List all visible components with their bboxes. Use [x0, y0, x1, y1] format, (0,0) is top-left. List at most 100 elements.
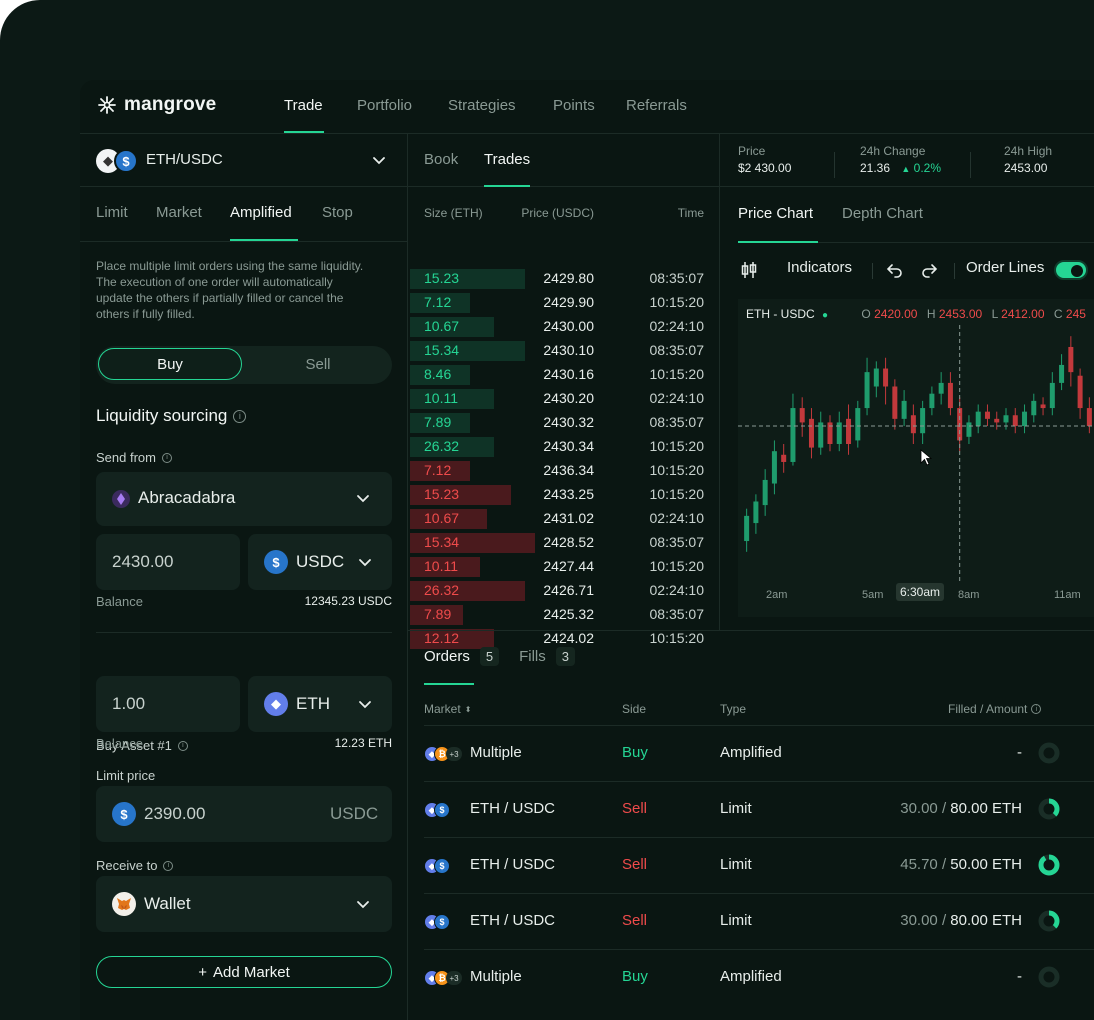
order-side: Sell: [622, 800, 648, 817]
tab-fills[interactable]: Fills 3: [519, 647, 575, 666]
mouse-cursor-icon: [920, 449, 933, 466]
candle-body: [1031, 400, 1037, 416]
order-row[interactable]: ◆ $ ETH / USDC Sell Limit 45.70 / 50.00 ETH: [424, 837, 1094, 893]
info-icon[interactable]: i: [1031, 704, 1042, 714]
trade-row: 7.12 2429.90 10:15:20: [408, 291, 720, 315]
info-icon[interactable]: i: [233, 409, 247, 423]
info-icon[interactable]: i: [177, 740, 188, 751]
candles-icon[interactable]: [740, 261, 758, 279]
stat-divider: [834, 152, 835, 178]
x-tick: 11am: [1054, 589, 1081, 601]
undo-icon[interactable]: [886, 262, 904, 280]
tab-depth-chart[interactable]: Depth Chart: [842, 205, 923, 222]
trade-time: 02:24:10: [649, 510, 705, 526]
order-filled-amount: -: [814, 744, 1022, 761]
stat-divider: [970, 152, 971, 178]
pair-selector[interactable]: ◆ $ ETH/USDC: [80, 134, 408, 187]
col-type: Type: [720, 702, 747, 716]
trade-price: 2430.00: [543, 318, 594, 334]
nav-points[interactable]: Points: [553, 97, 595, 114]
trade-size: 15.34: [424, 534, 460, 550]
up-arrow-icon: ▲: [901, 164, 911, 174]
order-row[interactable]: ◆ ₿ +3 Multiple Buy Amplified -: [424, 949, 1094, 1005]
trade-time: 02:24:10: [649, 390, 705, 406]
order-amount: 80.00 ETH: [950, 800, 1022, 817]
buy-button[interactable]: Buy: [98, 348, 242, 380]
candle-body: [864, 372, 870, 409]
order-amount: 80.00 ETH: [950, 912, 1022, 929]
col-market[interactable]: Market ⬍: [424, 702, 471, 716]
trade-size: 8.46: [424, 366, 452, 382]
candle-body: [1022, 411, 1028, 427]
x-tick: 5am: [862, 589, 884, 601]
order-lines-toggle[interactable]: [1054, 260, 1088, 280]
receive-to-select[interactable]: Wallet: [96, 876, 392, 932]
x-crosshair-label: 6:30am: [896, 583, 945, 601]
usdc-icon: $: [264, 550, 288, 574]
buy-amount-input[interactable]: 1.00: [96, 676, 240, 732]
indicators-button[interactable]: Indicators: [787, 259, 852, 276]
brand-logo[interactable]: mangrove: [96, 94, 216, 116]
tab-trades[interactable]: Trades: [484, 151, 530, 168]
pair-icons: ◆ $: [96, 149, 138, 173]
stat-change: 24h Change 21.36 ▲ 0.2%: [860, 144, 941, 175]
send-token-select[interactable]: $ USDC: [248, 534, 392, 590]
trade-row: 15.34 2430.10 08:35:07: [408, 339, 720, 363]
tab-limit[interactable]: Limit: [96, 204, 128, 221]
candle-body: [1068, 346, 1074, 373]
trade-price: 2436.34: [543, 462, 594, 478]
nav-portfolio[interactable]: Portfolio: [357, 97, 412, 114]
nav-trade[interactable]: Trade: [284, 97, 323, 114]
receive-to-text: Receive to: [96, 858, 158, 873]
trade-time: 10:15:20: [649, 366, 705, 382]
price-chart-area[interactable]: ETH - USDC ● O 2420.00 H 2453.00 L 2412.…: [738, 299, 1094, 617]
stat-high: 24h High 2453.00: [1004, 144, 1052, 175]
tab-market[interactable]: Market: [156, 204, 202, 221]
trade-row: 26.32 2426.71 02:24:10: [408, 579, 720, 603]
add-market-button[interactable]: + Add Market: [96, 956, 392, 988]
send-from-select[interactable]: Abracadabra: [96, 472, 392, 526]
trade-size: 10.67: [424, 510, 460, 526]
info-icon[interactable]: i: [161, 452, 172, 463]
fill-progress-icon: [1038, 854, 1060, 876]
trade-size: 15.23: [424, 270, 460, 286]
order-amount: 50.00 ETH: [950, 856, 1022, 873]
order-row[interactable]: ◆ $ ETH / USDC Sell Limit 30.00 / 80.00 ETH: [424, 893, 1094, 949]
orders-count-badge: 5: [479, 647, 500, 666]
tab-price-chart[interactable]: Price Chart: [738, 205, 813, 222]
nav-strategies[interactable]: Strategies: [448, 97, 516, 114]
tab-book[interactable]: Book: [424, 151, 458, 168]
usdc-icon: $: [112, 802, 136, 826]
send-amount-input[interactable]: 2430.00: [96, 534, 240, 590]
usdc-icon: $: [114, 149, 138, 173]
chevron-down-icon: [359, 559, 371, 567]
order-market: ETH / USDC: [470, 856, 556, 873]
trade-size: 15.23: [424, 486, 460, 502]
tab-stop[interactable]: Stop: [322, 204, 353, 221]
order-filled-amount: -: [814, 968, 1022, 985]
info-icon[interactable]: i: [163, 860, 174, 871]
buy-balance-value: 12.23 ETH: [334, 736, 392, 750]
buy-token-select[interactable]: ◆ ETH: [248, 676, 392, 732]
tab-orders[interactable]: Orders 5: [424, 647, 500, 666]
send-amount-value: 2430.00: [112, 552, 174, 571]
limit-price-input[interactable]: $ 2390.00 USDC: [96, 786, 392, 842]
trade-price: 2427.44: [543, 558, 594, 574]
trade-time: 10:15:20: [649, 438, 705, 454]
order-row[interactable]: ◆ ₿ +3 Multiple Buy Amplified -: [424, 725, 1094, 781]
trade-row: 15.23 2433.25 10:15:20: [408, 483, 720, 507]
fill-progress-icon: [1038, 966, 1060, 988]
order-filled-amount: 45.70 / 50.00 ETH: [814, 856, 1022, 873]
order-row[interactable]: ◆ $ ETH / USDC Sell Limit 30.00 / 80.00 ETH: [424, 781, 1094, 837]
fill-progress-icon: [1038, 798, 1060, 820]
tab-amplified[interactable]: Amplified: [230, 204, 292, 221]
redo-icon[interactable]: [920, 262, 938, 280]
order-filled-amount: 30.00 / 80.00 ETH: [814, 912, 1022, 929]
trade-row: 10.67 2430.00 02:24:10: [408, 315, 720, 339]
pair-label: ETH/USDC: [146, 151, 223, 168]
trade-row: 15.23 2429.80 08:35:07: [408, 267, 720, 291]
trade-row: 15.34 2428.52 08:35:07: [408, 531, 720, 555]
candle-body: [771, 451, 777, 484]
nav-referrals[interactable]: Referrals: [626, 97, 687, 114]
sell-button[interactable]: Sell: [246, 348, 390, 380]
